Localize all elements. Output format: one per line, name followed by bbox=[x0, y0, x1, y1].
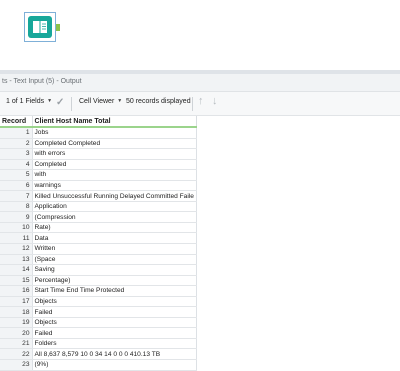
record-number-cell[interactable]: 16 bbox=[0, 285, 33, 297]
client-host-name-total-cell[interactable]: Folders bbox=[32, 338, 197, 350]
client-host-name-total-cell[interactable]: Failed bbox=[32, 306, 197, 318]
client-host-name-total-cell[interactable]: Written bbox=[32, 243, 197, 255]
table-row[interactable]: 21 Folders bbox=[0, 338, 197, 350]
client-host-name-total-cell[interactable]: Rate) bbox=[32, 222, 197, 234]
table-row[interactable]: 13 (Space bbox=[0, 254, 197, 266]
toolbar-divider bbox=[71, 97, 72, 111]
client-host-name-total-cell[interactable]: with bbox=[32, 169, 197, 181]
record-number-cell[interactable]: 14 bbox=[0, 264, 33, 276]
record-number-cell[interactable]: 6 bbox=[0, 180, 33, 192]
record-number-cell[interactable]: 2 bbox=[0, 138, 33, 150]
record-number-cell[interactable]: 17 bbox=[0, 296, 33, 308]
client-host-name-total-cell[interactable]: Objects bbox=[32, 317, 197, 329]
records-displayed: 50 records displayed bbox=[126, 98, 191, 105]
table-row[interactable]: 17 Objects bbox=[0, 296, 197, 308]
record-number-cell[interactable]: 11 bbox=[0, 232, 33, 244]
record-number-cell[interactable]: 5 bbox=[0, 169, 33, 181]
checkmark-icon[interactable]: ✓ bbox=[56, 97, 64, 108]
record-number-cell[interactable]: 3 bbox=[0, 148, 33, 160]
table-row[interactable]: 16 Start Time End Time Protected bbox=[0, 285, 197, 297]
table-row[interactable]: 4 Completed bbox=[0, 159, 197, 171]
table-row[interactable]: 14 Saving bbox=[0, 264, 197, 276]
client-host-name-total-cell[interactable]: Jobs bbox=[32, 127, 197, 139]
client-host-name-total-cell[interactable]: Application bbox=[32, 201, 197, 213]
table-row[interactable]: 22 All 8,637 8,579 10 0 34 14 0 0 0 410.1… bbox=[0, 348, 197, 361]
client-host-name-total-cell[interactable]: Killed Unsuccessful Running Delayed Comm… bbox=[32, 190, 197, 202]
table-row[interactable]: 5 with bbox=[0, 169, 197, 181]
record-number-cell[interactable]: 12 bbox=[0, 243, 33, 255]
results-toolbar: 1 of 1 Fields ▼ ✓ Cell Viewer ▼ 50 records… bbox=[0, 92, 400, 116]
client-host-name-total-cell[interactable]: Failed bbox=[32, 327, 197, 339]
record-number-cell[interactable]: 19 bbox=[0, 317, 33, 329]
table-row[interactable]: 3 with errors bbox=[0, 148, 197, 160]
results-title-bar: ts - Text Input (5) - Output bbox=[0, 74, 400, 92]
fields-label: 1 of 1 Fields bbox=[6, 98, 45, 105]
table-row[interactable]: 6 warnings bbox=[0, 180, 197, 192]
client-host-name-total-cell[interactable]: Start Time End Time Protected bbox=[32, 285, 197, 297]
table-row[interactable]: 18 Failed bbox=[0, 306, 197, 318]
client-host-name-total-cell[interactable]: Data bbox=[32, 232, 197, 244]
cell-viewer-selector[interactable]: Cell Viewer ▼ bbox=[79, 98, 122, 105]
arrow-down-icon[interactable]: ↓ bbox=[212, 95, 218, 107]
record-number-cell[interactable]: 21 bbox=[0, 338, 33, 350]
table-row[interactable]: 19 Objects bbox=[0, 317, 197, 329]
record-number-cell[interactable]: 10 bbox=[0, 222, 33, 234]
client-host-name-total-cell[interactable]: Percentage) bbox=[32, 275, 197, 287]
table-row[interactable]: 1 Jobs bbox=[0, 127, 197, 139]
record-number-cell[interactable]: 23 bbox=[0, 359, 33, 371]
workflow-canvas[interactable] bbox=[0, 0, 400, 70]
record-number-cell[interactable]: 15 bbox=[0, 275, 33, 287]
table-row[interactable]: 9 (Compression bbox=[0, 211, 197, 223]
results-grid[interactable]: Record Client Host Name Total 1 Jobs 2 Comp… bbox=[0, 116, 400, 371]
record-number-cell[interactable]: 9 bbox=[0, 211, 33, 223]
toolbar-divider bbox=[192, 97, 193, 111]
results-title: ts - Text Input (5) - Output bbox=[2, 78, 82, 85]
table-row[interactable]: 23 (9%) bbox=[0, 359, 197, 371]
client-host-name-total-cell[interactable]: Completed Completed bbox=[32, 138, 197, 150]
column-header-client-host-name-total[interactable]: Client Host Name Total bbox=[32, 116, 197, 128]
output-anchor[interactable] bbox=[56, 24, 60, 31]
arrow-up-icon[interactable]: ↑ bbox=[198, 95, 204, 107]
record-number-cell[interactable]: 22 bbox=[0, 348, 33, 361]
client-host-name-total-cell[interactable]: (Compression bbox=[32, 211, 197, 223]
client-host-name-total-cell[interactable]: (9%) bbox=[32, 359, 197, 371]
column-header-record[interactable]: Record bbox=[0, 116, 33, 128]
client-host-name-total-cell[interactable]: (Space bbox=[32, 254, 197, 266]
chevron-down-icon: ▼ bbox=[117, 98, 123, 104]
text-input-tool[interactable] bbox=[24, 12, 60, 42]
chevron-down-icon: ▼ bbox=[47, 98, 53, 104]
cell-viewer-label: Cell Viewer bbox=[79, 98, 115, 105]
record-number-cell[interactable]: 7 bbox=[0, 190, 33, 202]
record-number-cell[interactable]: 20 bbox=[0, 327, 33, 339]
table-row[interactable]: 10 Rate) bbox=[0, 222, 197, 234]
record-number-cell[interactable]: 1 bbox=[0, 127, 33, 139]
header-row: Record Client Host Name Total bbox=[0, 116, 197, 128]
record-number-cell[interactable]: 8 bbox=[0, 201, 33, 213]
client-host-name-total-cell[interactable]: Saving bbox=[32, 264, 197, 276]
table-row[interactable]: 12 Written bbox=[0, 243, 197, 255]
results-table: Record Client Host Name Total 1 Jobs 2 Comp… bbox=[0, 116, 197, 371]
book-icon bbox=[28, 16, 52, 38]
client-host-name-total-cell[interactable]: warnings bbox=[32, 180, 197, 192]
client-host-name-total-cell[interactable]: Objects bbox=[32, 296, 197, 308]
client-host-name-total-cell[interactable]: All 8,637 8,579 10 0 34 14 0 0 0 410.13 … bbox=[32, 348, 197, 361]
record-number-cell[interactable]: 13 bbox=[0, 254, 33, 266]
table-row[interactable]: 8 Application bbox=[0, 201, 197, 213]
fields-selector[interactable]: 1 of 1 Fields ▼ bbox=[6, 98, 52, 105]
table-row[interactable]: 20 Failed bbox=[0, 327, 197, 339]
record-number-cell[interactable]: 18 bbox=[0, 306, 33, 318]
client-host-name-total-cell[interactable]: Completed bbox=[32, 159, 197, 171]
client-host-name-total-cell[interactable]: with errors bbox=[32, 148, 197, 160]
table-row[interactable]: 15 Percentage) bbox=[0, 275, 197, 287]
table-row[interactable]: 7 Killed Unsuccessful Running Delayed Com… bbox=[0, 190, 197, 202]
table-row[interactable]: 11 Data bbox=[0, 232, 197, 244]
record-number-cell[interactable]: 4 bbox=[0, 159, 33, 171]
table-row[interactable]: 2 Completed Completed bbox=[0, 138, 197, 150]
